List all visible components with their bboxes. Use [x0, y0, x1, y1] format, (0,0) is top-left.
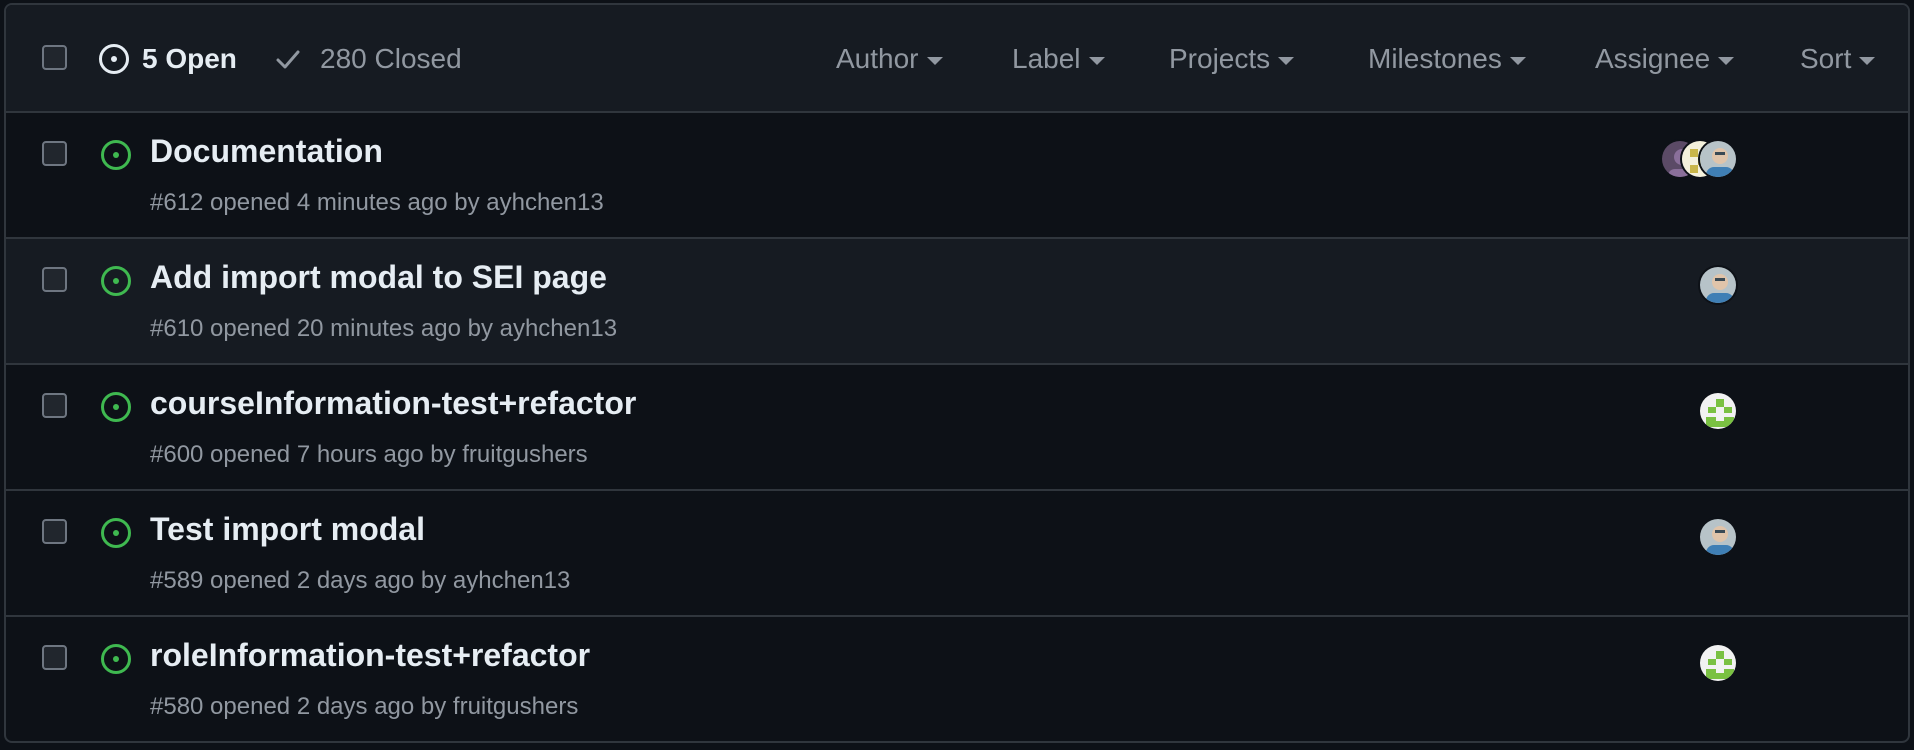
author-filter-label: Author	[836, 43, 919, 74]
issue-opened-icon	[99, 44, 129, 74]
closed-issues-tab[interactable]: 280 Closed	[274, 5, 462, 113]
milestones-filter-label: Milestones	[1368, 43, 1502, 74]
issue-checkbox[interactable]	[42, 519, 67, 544]
issue-title-link[interactable]: Test import modal	[150, 511, 425, 548]
caret-down-icon	[1088, 57, 1105, 65]
open-issues-tab[interactable]: 5 Open	[98, 5, 237, 113]
issue-checkbox[interactable]	[42, 267, 67, 292]
issue-title-link[interactable]: roleInformation-test+refactor	[150, 637, 590, 674]
check-icon	[276, 50, 300, 69]
issue-meta-text: #610 opened 20 minutes ago by	[150, 315, 500, 342]
assignees	[1660, 265, 1740, 307]
issue-title-link[interactable]: Documentation	[150, 133, 383, 170]
issue-meta: #589 opened 2 days ago by ayhchen13	[150, 567, 570, 595]
issue-title-link[interactable]: courseInformation-test+refactor	[150, 385, 636, 422]
issue-meta: #612 opened 4 minutes ago by ayhchen13	[150, 189, 604, 217]
issue-meta-text: #600 opened 7 hours ago by	[150, 441, 463, 468]
closed-count-label: 280 Closed	[320, 43, 462, 74]
issue-opened-icon	[101, 644, 131, 674]
issue-author-link[interactable]: ayhchen13	[500, 315, 617, 342]
issue-checkbox[interactable]	[42, 141, 67, 166]
assignees	[1660, 643, 1740, 685]
issues-list-box: 5 Open 280 Closed Author Label Projects …	[4, 3, 1910, 743]
issue-author-link[interactable]: ayhchen13	[486, 189, 603, 216]
photo-avatar[interactable]	[1698, 517, 1738, 557]
projects-filter-label: Projects	[1169, 43, 1271, 74]
issue-author-link[interactable]: fruitgushers	[453, 693, 578, 720]
issue-meta-text: #580 opened 2 days ago by	[150, 693, 453, 720]
author-filter[interactable]: Author	[836, 5, 943, 113]
milestones-filter[interactable]: Milestones	[1368, 5, 1526, 113]
issue-checkbox[interactable]	[42, 393, 67, 418]
issue-author-link[interactable]: ayhchen13	[453, 567, 570, 594]
label-filter-label: Label	[1012, 43, 1081, 74]
issue-meta: #600 opened 7 hours ago by fruitgushers	[150, 441, 588, 469]
issue-author-link[interactable]: fruitgushers	[462, 441, 587, 468]
issue-row: Add import modal to SEI page #610 opened…	[6, 239, 1908, 365]
issue-row: roleInformation-test+refactor #580 opene…	[6, 617, 1908, 741]
issue-row: Test import modal #589 opened 2 days ago…	[6, 491, 1908, 617]
issue-checkbox[interactable]	[42, 645, 67, 670]
issue-row: courseInformation-test+refactor #600 ope…	[6, 365, 1908, 491]
issue-meta-text: #612 opened 4 minutes ago by	[150, 189, 487, 216]
caret-down-icon	[1859, 57, 1876, 65]
issue-meta: #580 opened 2 days ago by fruitgushers	[150, 693, 578, 721]
open-count-label: 5 Open	[142, 43, 237, 74]
caret-down-icon	[1509, 57, 1526, 65]
issue-meta-text: #589 opened 2 days ago by	[150, 567, 453, 594]
assignee-filter[interactable]: Assignee	[1595, 5, 1735, 113]
sort-filter[interactable]: Sort	[1800, 5, 1876, 113]
assignees	[1660, 517, 1740, 559]
caret-down-icon	[1278, 57, 1295, 65]
assignees	[1660, 391, 1740, 433]
issue-title-link[interactable]: Add import modal to SEI page	[150, 259, 607, 296]
sort-filter-label: Sort	[1800, 43, 1852, 74]
caret-down-icon	[926, 57, 943, 65]
issue-opened-icon	[101, 140, 131, 170]
issue-opened-icon	[101, 266, 131, 296]
issue-opened-icon	[101, 518, 131, 548]
issue-opened-icon	[101, 392, 131, 422]
assignee-filter-label: Assignee	[1595, 43, 1711, 74]
label-filter[interactable]: Label	[1012, 5, 1105, 113]
caret-down-icon	[1718, 57, 1735, 65]
issue-row: Documentation #612 opened 4 minutes ago …	[6, 113, 1908, 239]
green-identicon-avatar[interactable]	[1698, 643, 1738, 683]
select-all-checkbox[interactable]	[42, 45, 67, 70]
issues-list-header: 5 Open 280 Closed Author Label Projects …	[6, 5, 1908, 113]
projects-filter[interactable]: Projects	[1169, 5, 1295, 113]
issue-meta: #610 opened 20 minutes ago by ayhchen13	[150, 315, 617, 343]
assignees	[1660, 139, 1740, 181]
photo-avatar[interactable]	[1698, 139, 1738, 179]
photo-avatar[interactable]	[1698, 265, 1738, 305]
green-identicon-avatar[interactable]	[1698, 391, 1738, 431]
